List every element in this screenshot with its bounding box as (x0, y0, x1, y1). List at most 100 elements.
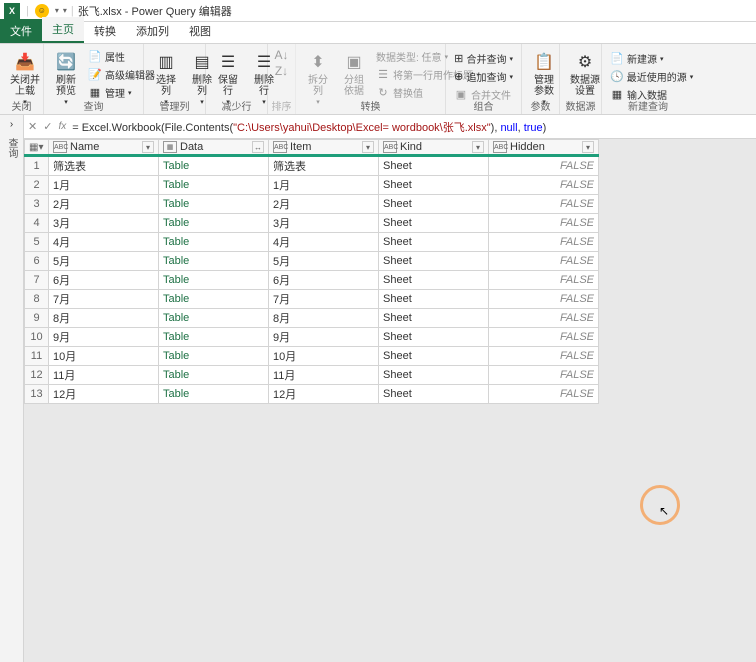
fx-icon[interactable]: fx (58, 121, 66, 132)
cell-kind[interactable]: Sheet (379, 366, 489, 385)
table-row[interactable]: 54月Table4月SheetFALSE (25, 233, 599, 252)
cell-hidden[interactable]: FALSE (489, 233, 599, 252)
row-number[interactable]: 11 (25, 347, 49, 366)
cell-data[interactable]: Table (159, 309, 269, 328)
table-row[interactable]: 87月Table7月SheetFALSE (25, 290, 599, 309)
tab-file[interactable]: 文件 (0, 19, 42, 43)
column-header-data[interactable]: ▦Data↔ (159, 140, 269, 156)
row-number[interactable]: 8 (25, 290, 49, 309)
cell-item[interactable]: 5月 (269, 252, 379, 271)
cell-data[interactable]: Table (159, 176, 269, 195)
table-row[interactable]: 65月Table5月SheetFALSE (25, 252, 599, 271)
cell-hidden[interactable]: FALSE (489, 176, 599, 195)
cell-item[interactable]: 9月 (269, 328, 379, 347)
filter-icon[interactable]: ▾ (582, 141, 594, 153)
cell-name[interactable]: 3月 (49, 214, 159, 233)
filter-icon[interactable]: ▾ (142, 141, 154, 153)
cell-data[interactable]: Table (159, 328, 269, 347)
cell-data[interactable]: Table (159, 214, 269, 233)
cell-data[interactable]: Table (159, 252, 269, 271)
cell-hidden[interactable]: FALSE (489, 347, 599, 366)
cell-kind[interactable]: Sheet (379, 290, 489, 309)
row-number[interactable]: 9 (25, 309, 49, 328)
recent-sources-button[interactable]: 🕓最近使用的源 ▾ (608, 68, 688, 85)
accept-formula-icon[interactable]: ✓ (43, 120, 52, 133)
cell-hidden[interactable]: FALSE (489, 290, 599, 309)
cell-data[interactable]: Table (159, 156, 269, 176)
cell-item[interactable]: 11月 (269, 366, 379, 385)
cell-name[interactable]: 9月 (49, 328, 159, 347)
cell-item[interactable]: 3月 (269, 214, 379, 233)
column-header-name[interactable]: ABCName▾ (49, 140, 159, 156)
data-grid[interactable]: ▦▾ ABCName▾ ▦Data↔ ABCItem▾ ABCKind▾ ABC… (24, 139, 599, 404)
cell-item[interactable]: 筛选表 (269, 156, 379, 176)
cell-hidden[interactable]: FALSE (489, 195, 599, 214)
table-row[interactable]: 32月Table2月SheetFALSE (25, 195, 599, 214)
cell-item[interactable]: 12月 (269, 385, 379, 404)
cell-name[interactable]: 8月 (49, 309, 159, 328)
qat-dropdown[interactable]: ▾ (63, 6, 67, 15)
cell-kind[interactable]: Sheet (379, 309, 489, 328)
cell-hidden[interactable]: FALSE (489, 156, 599, 176)
table-row[interactable]: 1312月Table12月SheetFALSE (25, 385, 599, 404)
cell-hidden[interactable]: FALSE (489, 366, 599, 385)
cell-name[interactable]: 11月 (49, 366, 159, 385)
row-number[interactable]: 10 (25, 328, 49, 347)
cell-item[interactable]: 6月 (269, 271, 379, 290)
table-row[interactable]: 1211月Table11月SheetFALSE (25, 366, 599, 385)
cell-name[interactable]: 4月 (49, 233, 159, 252)
row-number[interactable]: 5 (25, 233, 49, 252)
cell-data[interactable]: Table (159, 290, 269, 309)
row-number[interactable]: 12 (25, 366, 49, 385)
cell-data[interactable]: Table (159, 347, 269, 366)
cell-data[interactable]: Table (159, 366, 269, 385)
sort-desc-button[interactable]: Z↓ (275, 64, 288, 78)
cell-item[interactable]: 7月 (269, 290, 379, 309)
cell-kind[interactable]: Sheet (379, 328, 489, 347)
filter-icon[interactable]: ▾ (472, 141, 484, 153)
chevron-right-icon[interactable]: › (10, 119, 13, 130)
tab-home[interactable]: 主页 (42, 17, 84, 43)
cell-name[interactable]: 2月 (49, 195, 159, 214)
tab-view[interactable]: 视图 (179, 19, 221, 43)
table-corner[interactable]: ▦▾ (25, 140, 49, 156)
sort-asc-button[interactable]: A↓ (274, 48, 288, 62)
row-number[interactable]: 3 (25, 195, 49, 214)
cancel-formula-icon[interactable]: ✕ (28, 120, 37, 133)
tab-add-column[interactable]: 添加列 (126, 19, 179, 43)
cell-hidden[interactable]: FALSE (489, 328, 599, 347)
cell-item[interactable]: 1月 (269, 176, 379, 195)
cell-hidden[interactable]: FALSE (489, 271, 599, 290)
table-row[interactable]: 76月Table6月SheetFALSE (25, 271, 599, 290)
queries-pane-collapsed[interactable]: › 查询 (0, 115, 24, 662)
table-row[interactable]: 43月Table3月SheetFALSE (25, 214, 599, 233)
cell-name[interactable]: 筛选表 (49, 156, 159, 176)
tab-transform[interactable]: 转换 (84, 19, 126, 43)
cell-name[interactable]: 10月 (49, 347, 159, 366)
cell-item[interactable]: 4月 (269, 233, 379, 252)
row-number[interactable]: 13 (25, 385, 49, 404)
cell-kind[interactable]: Sheet (379, 214, 489, 233)
row-number[interactable]: 1 (25, 156, 49, 176)
cell-kind[interactable]: Sheet (379, 176, 489, 195)
filter-icon[interactable]: ▾ (362, 141, 374, 153)
append-queries-button[interactable]: ⊕追加查询 ▾ (452, 68, 515, 85)
data-source-settings-button[interactable]: ⚙ 数据源 设置 (566, 48, 604, 99)
expand-icon[interactable]: ↔ (252, 141, 264, 153)
cell-kind[interactable]: Sheet (379, 156, 489, 176)
cell-kind[interactable]: Sheet (379, 233, 489, 252)
table-row[interactable]: 1110月Table10月SheetFALSE (25, 347, 599, 366)
table-row[interactable]: 1筛选表Table筛选表SheetFALSE (25, 156, 599, 176)
column-header-item[interactable]: ABCItem▾ (269, 140, 379, 156)
new-source-button[interactable]: 📄新建源 ▾ (608, 50, 688, 67)
row-number[interactable]: 2 (25, 176, 49, 195)
column-header-hidden[interactable]: ABCHidden▾ (489, 140, 599, 156)
merge-queries-button[interactable]: ⊞合并查询 ▾ (452, 50, 515, 67)
cell-kind[interactable]: Sheet (379, 385, 489, 404)
cell-hidden[interactable]: FALSE (489, 309, 599, 328)
table-row[interactable]: 98月Table8月SheetFALSE (25, 309, 599, 328)
chevron-down-icon[interactable]: ▾ (55, 6, 59, 15)
cell-data[interactable]: Table (159, 233, 269, 252)
formula-input[interactable]: = Excel.Workbook(File.Contents("C:\Users… (72, 119, 752, 135)
cell-hidden[interactable]: FALSE (489, 214, 599, 233)
